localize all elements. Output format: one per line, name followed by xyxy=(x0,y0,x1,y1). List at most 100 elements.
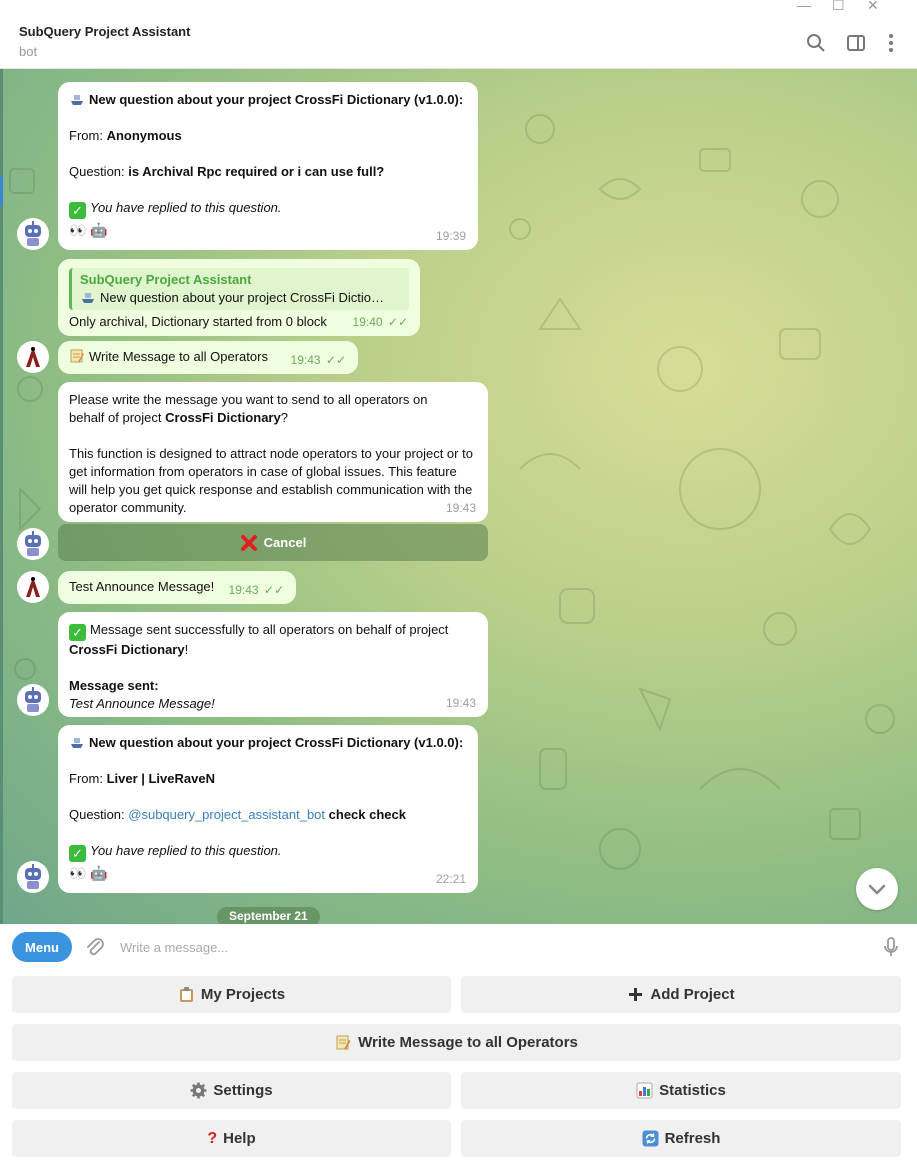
chat-header: SubQuery Project Assistant bot xyxy=(0,12,917,69)
bot-keyboard: My Projects Add Project Write Message to… xyxy=(0,970,917,1166)
message-bubble-reply[interactable]: SubQuery Project Assistant New question … xyxy=(58,259,420,336)
message-composer: Menu xyxy=(0,924,917,970)
message-bubble-command[interactable]: Write Message to all Operators 19:43 ✓✓ xyxy=(58,341,358,374)
refresh-button[interactable]: Refresh xyxy=(461,1120,901,1157)
check-mark-icon: ✓ xyxy=(69,845,86,862)
user-avatar[interactable] xyxy=(17,341,49,373)
memo-icon xyxy=(69,348,85,364)
chat-title[interactable]: SubQuery Project Assistant xyxy=(19,24,190,39)
reply-quote[interactable]: SubQuery Project Assistant New question … xyxy=(69,268,409,310)
from-value: Liver | LiveRaveN xyxy=(106,771,215,786)
question-text: is Archival Rpc required or i can use fu… xyxy=(128,164,385,179)
question-title: New question about your project CrossFi … xyxy=(89,92,464,107)
time-value: 19:43 xyxy=(228,583,259,597)
sent-label: Message sent: xyxy=(69,678,159,693)
project-name: CrossFi Dictionary xyxy=(69,642,185,657)
memo-icon xyxy=(336,1035,351,1050)
sent-text: Test Announce Message! xyxy=(69,696,215,711)
bot-mention-link[interactable]: @subquery_project_assistant_bot xyxy=(128,807,325,822)
quote-author: SubQuery Project Assistant xyxy=(80,272,252,287)
plus-icon xyxy=(629,988,643,1001)
message-bubble-question[interactable]: New question about your project CrossFi … xyxy=(58,82,478,250)
refresh-icon xyxy=(642,1130,659,1147)
message-time: 22:21 xyxy=(435,872,466,886)
menu-button[interactable]: Menu xyxy=(12,932,72,962)
help-button[interactable]: ? Help xyxy=(12,1120,451,1157)
message-time: 19:43 xyxy=(445,696,476,710)
read-checks-icon: ✓✓ xyxy=(387,315,408,329)
quote-text: New question about your project CrossFi … xyxy=(100,290,384,305)
refresh-label: Refresh xyxy=(664,1130,721,1147)
window-controls: — ☐ ✕ xyxy=(797,0,917,13)
read-checks-icon: ✓✓ xyxy=(325,353,346,367)
my-projects-label: My Projects xyxy=(200,986,286,1003)
gear-icon xyxy=(190,1082,207,1099)
more-options-icon[interactable] xyxy=(880,32,902,54)
settings-label: Settings xyxy=(213,1082,273,1099)
message-bubble-question[interactable]: New question about your project CrossFi … xyxy=(58,725,478,893)
microphone-icon[interactable] xyxy=(880,936,902,958)
message-bubble-prompt[interactable]: Please write the message you want to sen… xyxy=(58,382,488,522)
help-label: Help xyxy=(223,1130,256,1147)
prompt-line2-pre: behalf of project xyxy=(69,410,166,425)
cancel-label: Cancel xyxy=(263,535,307,550)
question-title: New question about your project CrossFi … xyxy=(89,735,464,750)
sidebar-toggle-icon[interactable] xyxy=(845,32,867,54)
time-value: 19:40 xyxy=(352,315,383,329)
check-mark-icon: ✓ xyxy=(69,202,86,219)
robot-reaction-icon: 🤖 xyxy=(90,865,108,881)
message-bubble-confirmation[interactable]: ✓ Message sent successfully to all operat… xyxy=(58,612,488,717)
message-time: 19:43 xyxy=(445,501,476,515)
ship-icon xyxy=(69,91,85,107)
message-time: 19:43 ✓✓ xyxy=(291,351,346,369)
add-project-button[interactable]: Add Project xyxy=(461,976,901,1013)
clipboard-icon xyxy=(179,987,193,1002)
search-icon[interactable] xyxy=(805,32,827,54)
question-label: Question: xyxy=(69,807,129,822)
user-avatar[interactable] xyxy=(17,571,49,603)
question-text: check check xyxy=(325,807,406,822)
add-project-label: Add Project xyxy=(650,986,735,1003)
bot-avatar[interactable] xyxy=(17,684,49,716)
settings-button[interactable]: Settings xyxy=(12,1072,451,1109)
date-separator: September 21 xyxy=(217,907,320,924)
prompt-line2-post: ? xyxy=(280,410,288,425)
replied-text: You have replied to this question. xyxy=(90,843,282,858)
reactions[interactable]: 👀 🤖 xyxy=(69,864,108,882)
reactions[interactable]: 👀 🤖 xyxy=(69,221,108,239)
message-bubble-announce[interactable]: Test Announce Message! 19:43 ✓✓ xyxy=(58,571,296,604)
message-time: 19:40 ✓✓ xyxy=(353,313,408,331)
bot-avatar[interactable] xyxy=(17,218,49,250)
announce-text: Test Announce Message! xyxy=(69,579,215,594)
prompt-description: This function is designed to attract nod… xyxy=(69,446,473,515)
from-label: From: xyxy=(69,128,107,143)
question-mark-icon: ? xyxy=(207,1129,218,1147)
question-label: Question: xyxy=(69,164,129,179)
statistics-button[interactable]: Statistics xyxy=(461,1072,901,1109)
cross-icon xyxy=(240,534,257,551)
command-text: Write Message to all Operators xyxy=(89,349,268,364)
confirmation-line2-post: ! xyxy=(184,642,189,657)
time-value: 19:43 xyxy=(290,353,321,367)
bot-avatar[interactable] xyxy=(17,528,49,560)
chat-subtitle: bot xyxy=(19,44,38,59)
attach-icon[interactable] xyxy=(84,936,106,958)
write-message-label: Write Message to all Operators xyxy=(358,1034,578,1051)
read-checks-icon: ✓✓ xyxy=(263,583,284,597)
bar-chart-icon xyxy=(636,1082,653,1099)
write-message-button[interactable]: Write Message to all Operators xyxy=(12,1024,901,1061)
my-projects-button[interactable]: My Projects xyxy=(12,976,451,1013)
robot-reaction-icon: 🤖 xyxy=(90,222,108,238)
confirmation-line1: Message sent successfully to all operato… xyxy=(90,622,449,637)
message-input[interactable] xyxy=(120,936,840,958)
cancel-button[interactable]: Cancel xyxy=(58,524,488,561)
message-time: 19:39 xyxy=(435,229,466,243)
bot-avatar[interactable] xyxy=(17,861,49,893)
from-label: From: xyxy=(69,771,107,786)
prompt-line1: Please write the message you want to sen… xyxy=(69,392,428,407)
statistics-label: Statistics xyxy=(659,1082,726,1099)
chevron-down-icon xyxy=(868,884,886,895)
chat-area[interactable]: New question about your project CrossFi … xyxy=(0,69,917,924)
check-mark-icon: ✓ xyxy=(69,624,86,641)
scroll-down-button[interactable] xyxy=(856,868,898,910)
